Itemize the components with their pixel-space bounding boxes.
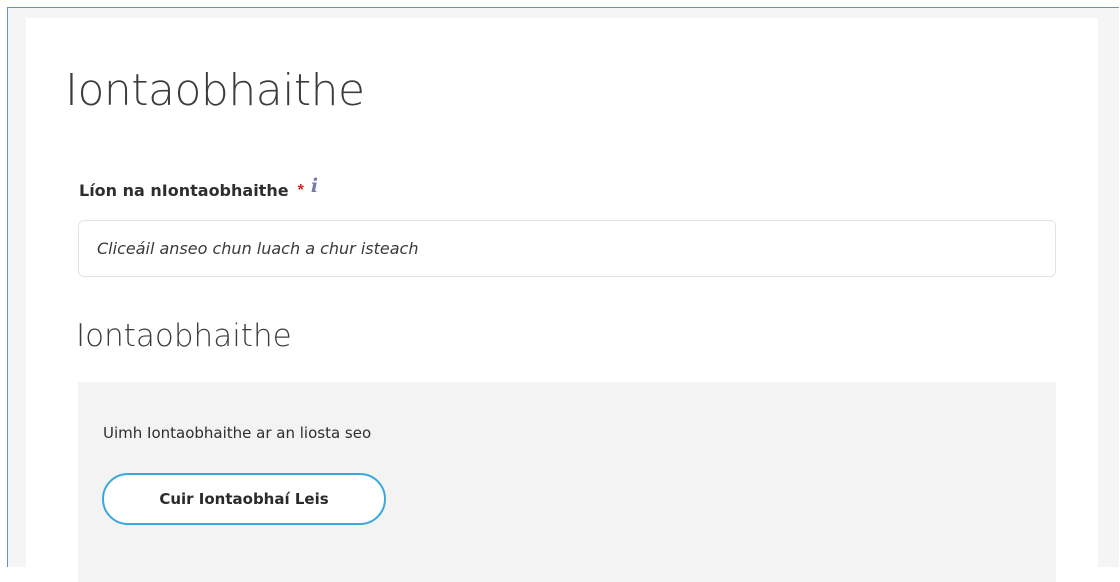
trustee-count-label: Líon na nIontaobhaithe [79, 181, 289, 200]
trustees-section-heading: Iontaobhaithe [76, 318, 292, 354]
page-title: Iontaobhaithe [65, 65, 365, 116]
info-icon[interactable]: i [311, 175, 318, 197]
add-trustee-button[interactable]: Cuir Iontaobhaí Leis [102, 473, 386, 525]
required-indicator: * [297, 182, 304, 199]
trustee-count-label-row: Líon na nIontaobhaithe * i [79, 175, 318, 201]
form-panel: Iontaobhaithe Líon na nIontaobhaithe * i… [26, 18, 1098, 582]
trustees-list: Uimh Iontaobhaithe ar an liosta seo Cuir… [78, 382, 1056, 582]
trustee-count-input[interactable] [78, 220, 1056, 277]
empty-list-message: Uimh Iontaobhaithe ar an liosta seo [103, 424, 372, 442]
window-frame: Iontaobhaithe Líon na nIontaobhaithe * i… [7, 7, 1119, 582]
